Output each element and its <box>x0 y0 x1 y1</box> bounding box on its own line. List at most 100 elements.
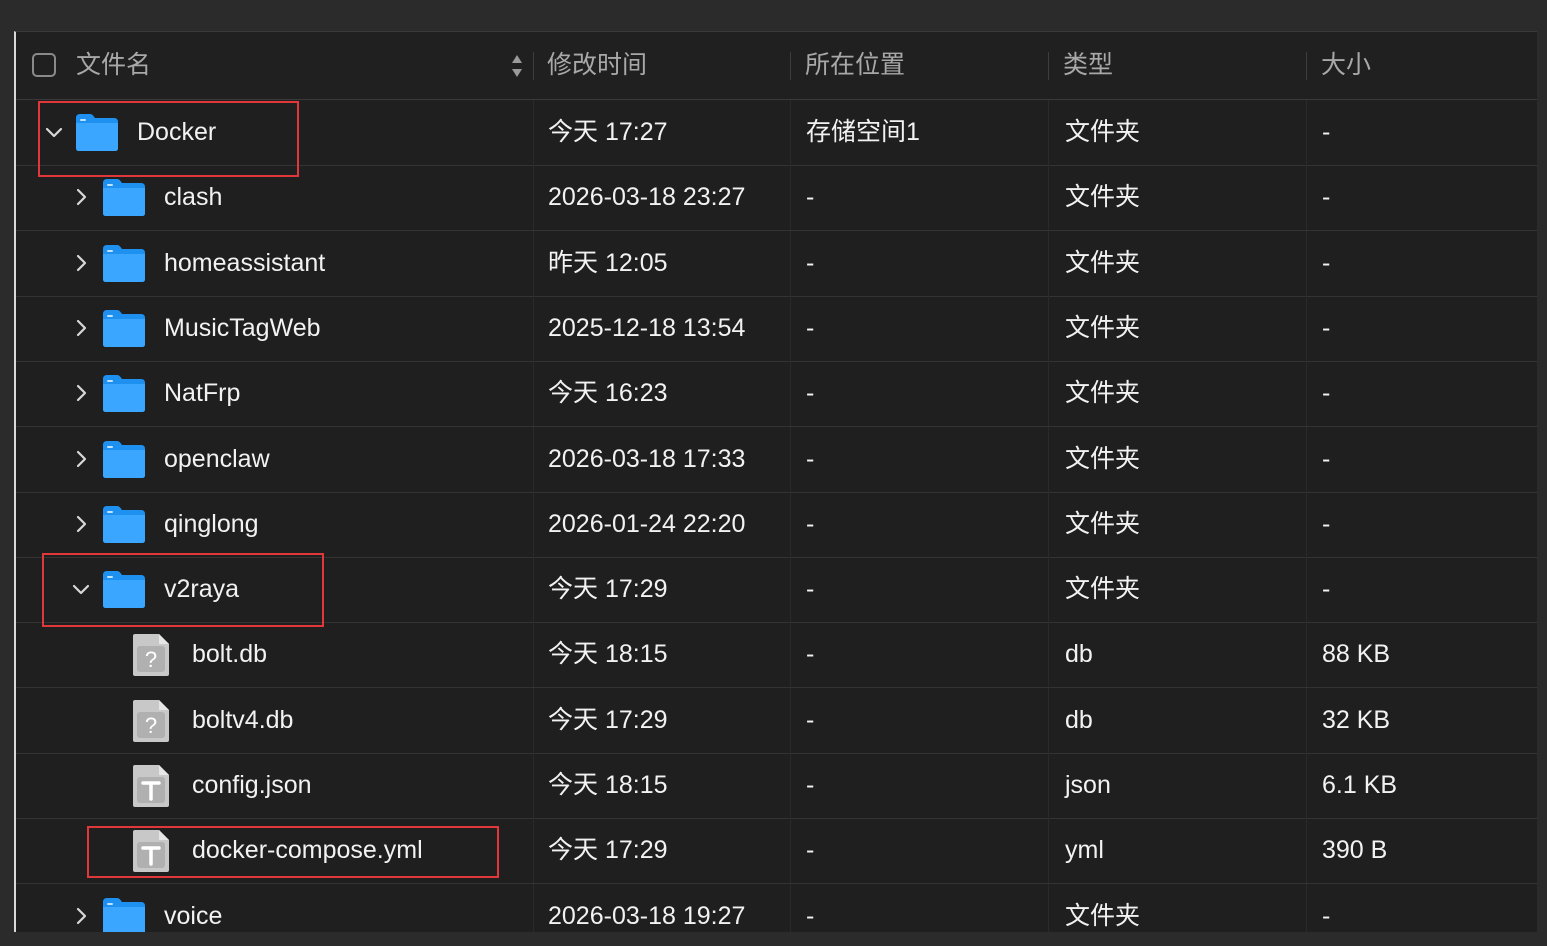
svg-text:?: ? <box>145 647 157 672</box>
file-row[interactable]: ? boltv4.db 今天 17:29 - db 32 KB <box>16 687 1537 754</box>
folder-icon <box>101 177 147 217</box>
cell-divider <box>533 100 534 165</box>
file-size: - <box>1322 444 1331 473</box>
file-type: 文件夹 <box>1065 248 1141 277</box>
cell-divider <box>1306 230 1307 296</box>
column-modified-header[interactable]: 修改时间 <box>547 32 647 99</box>
file-type: yml <box>1065 836 1104 865</box>
cell-divider <box>1306 687 1307 753</box>
location: - <box>806 705 815 734</box>
chevron-right-icon[interactable] <box>69 251 93 275</box>
folder-row[interactable]: Docker 今天 17:27 存储空间1 文件夹 - <box>16 100 1537 166</box>
folder-row[interactable]: v2raya 今天 17:29 - 文件夹 - <box>16 557 1537 624</box>
location: - <box>806 509 815 538</box>
folder-row[interactable]: NatFrp 今天 16:23 - 文件夹 - <box>16 361 1537 428</box>
location: - <box>806 836 815 865</box>
file-size: 6.1 KB <box>1322 771 1398 799</box>
column-type-header[interactable]: 类型 <box>1063 32 1113 99</box>
folder-row[interactable]: openclaw 2026-03-18 17:33 - 文件夹 - <box>16 426 1537 493</box>
cell-divider <box>533 753 534 818</box>
file-size: 390 B <box>1322 836 1388 865</box>
chevron-right-icon[interactable] <box>69 316 93 340</box>
modified-time: 今天 17:29 <box>548 705 668 734</box>
file-type: json <box>1065 771 1111 799</box>
column-name-header[interactable]: 文件名 <box>76 32 151 99</box>
chevron-down-icon[interactable] <box>42 120 66 144</box>
folder-icon <box>101 569 147 609</box>
file-row[interactable]: ? bolt.db 今天 18:15 - db 88 KB <box>16 622 1537 689</box>
cell-divider <box>790 818 791 884</box>
file-row[interactable]: docker-compose.yml 今天 17:29 - yml 390 B <box>16 818 1537 885</box>
cell-divider <box>533 687 534 753</box>
cell-divider <box>790 165 791 231</box>
file-name: docker-compose.yml <box>192 836 423 865</box>
cell-divider <box>1306 426 1307 492</box>
chevron-down-icon[interactable] <box>69 577 93 601</box>
cell-divider <box>533 818 534 884</box>
cell-divider <box>533 295 534 361</box>
cell-divider <box>1306 818 1307 884</box>
file-type: 文件夹 <box>1065 118 1141 146</box>
column-header-row: 文件名 修改时间 所在位置 类型 大小 <box>16 32 1537 100</box>
file-list-panel: 文件名 修改时间 所在位置 类型 大小 Docker 今天 17:27 存储空间1 文… <box>14 31 1537 932</box>
cell-divider <box>533 230 534 296</box>
cell-divider <box>533 426 534 492</box>
file-type: 文件夹 <box>1065 379 1141 408</box>
cell-divider <box>533 165 534 231</box>
column-location-header[interactable]: 所在位置 <box>805 32 905 99</box>
column-divider[interactable] <box>1306 52 1307 80</box>
location: - <box>806 771 815 799</box>
folder-icon <box>101 243 147 283</box>
cell-divider <box>533 883 534 932</box>
cell-divider <box>790 295 791 361</box>
file-row[interactable]: config.json 今天 18:15 - json 6.1 KB <box>16 753 1537 819</box>
file-size: - <box>1322 248 1331 277</box>
column-divider[interactable] <box>790 52 791 80</box>
cell-divider <box>1306 100 1307 165</box>
location: - <box>806 313 815 342</box>
chevron-right-icon[interactable] <box>69 447 93 471</box>
column-divider[interactable] <box>533 52 534 80</box>
cell-divider <box>790 687 791 753</box>
folder-row[interactable]: voice 2026-03-18 19:27 - 文件夹 - <box>16 883 1537 932</box>
location: - <box>806 901 815 930</box>
file-type: 文件夹 <box>1065 901 1141 930</box>
modified-time: 今天 17:27 <box>548 118 668 146</box>
location: - <box>806 379 815 408</box>
select-all-checkbox[interactable] <box>32 53 56 77</box>
folder-row[interactable]: MusicTagWeb 2025-12-18 13:54 - 文件夹 - <box>16 295 1537 362</box>
cell-divider <box>533 361 534 427</box>
chevron-right-icon[interactable] <box>69 904 93 928</box>
file-name: clash <box>164 183 223 212</box>
folder-icon <box>101 308 147 348</box>
file-size: - <box>1322 575 1331 604</box>
modified-time: 今天 16:23 <box>548 379 668 408</box>
cell-divider <box>1048 883 1049 932</box>
folder-row[interactable]: qinglong 2026-01-24 22:20 - 文件夹 - <box>16 491 1537 558</box>
file-type: db <box>1065 705 1093 734</box>
file-size: - <box>1322 183 1331 212</box>
column-size-header[interactable]: 大小 <box>1321 32 1371 99</box>
file-size: - <box>1322 901 1331 930</box>
unknown-file-icon: ? <box>129 698 173 744</box>
folder-row[interactable]: clash 2026-03-18 23:27 - 文件夹 - <box>16 165 1537 232</box>
sort-icon[interactable] <box>510 52 524 80</box>
modified-time: 2025-12-18 13:54 <box>548 313 746 342</box>
file-size: - <box>1322 379 1331 408</box>
modified-time: 今天 17:29 <box>548 836 668 865</box>
cell-divider <box>790 361 791 427</box>
file-name: bolt.db <box>192 640 268 669</box>
cell-divider <box>790 491 791 557</box>
chevron-right-icon[interactable] <box>69 185 93 209</box>
location: 存储空间1 <box>806 118 920 146</box>
modified-time: 2026-03-18 19:27 <box>548 901 746 930</box>
modified-time: 今天 18:15 <box>548 640 668 669</box>
chevron-right-icon[interactable] <box>69 512 93 536</box>
column-divider[interactable] <box>1048 52 1049 80</box>
cell-divider <box>1306 165 1307 231</box>
file-name: voice <box>164 901 223 930</box>
chevron-right-icon[interactable] <box>69 381 93 405</box>
file-size: - <box>1322 118 1331 146</box>
cell-divider <box>533 622 534 688</box>
folder-row[interactable]: homeassistant 昨天 12:05 - 文件夹 - <box>16 230 1537 297</box>
